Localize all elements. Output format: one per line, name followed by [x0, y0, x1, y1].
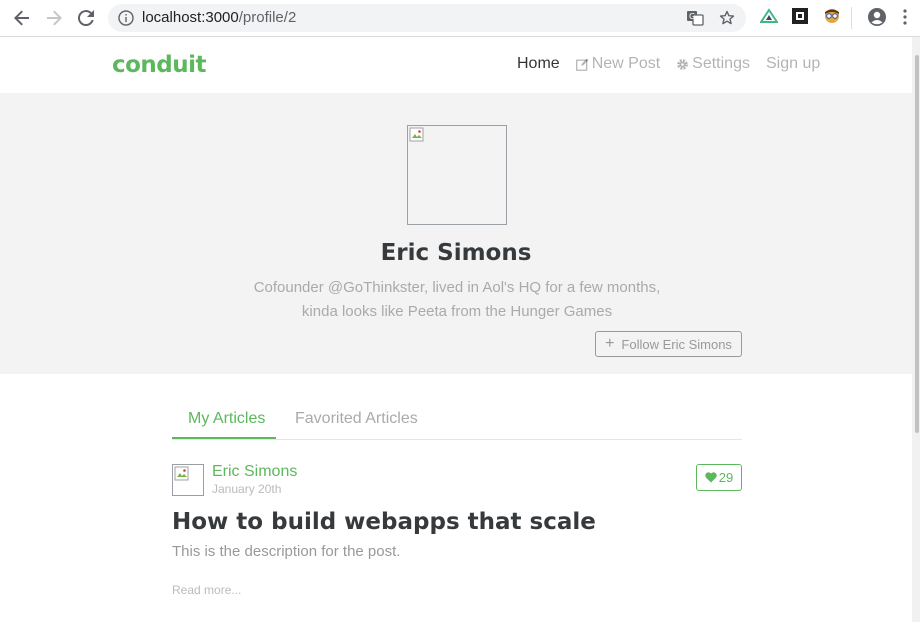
arrow-left-icon: [14, 10, 29, 26]
extension-square-icon[interactable]: [792, 8, 808, 24]
browser-toolbar: localhost:3000/profile/2 G: [0, 0, 920, 37]
info-icon[interactable]: [118, 10, 134, 26]
nav-link-sign-up[interactable]: Sign up: [766, 55, 820, 73]
url-path: /profile/2: [238, 9, 297, 26]
edit-icon: [575, 58, 589, 71]
page-scrollbar-thumb[interactable]: [915, 55, 919, 433]
url-host: localhost:3000: [142, 9, 239, 26]
profile-bio: Cofounder @GoThinkster, lived in Aol's H…: [253, 279, 661, 320]
tab-my-articles[interactable]: My Articles: [188, 410, 265, 428]
favorite-button[interactable]: 29: [696, 464, 742, 491]
more-vert-icon[interactable]: [903, 9, 907, 25]
nav-link-home[interactable]: Home: [517, 55, 560, 73]
back-button[interactable]: [10, 6, 34, 30]
read-more-link[interactable]: Read more...: [172, 583, 241, 597]
vue-devtools-icon[interactable]: [760, 8, 778, 24]
translate-icon[interactable]: G: [686, 10, 704, 26]
nav-links: Home New Post Settings Sign up: [517, 55, 820, 73]
active-tab-indicator: [172, 437, 276, 439]
broken-image-icon: [409, 127, 424, 142]
tab-favorited-articles[interactable]: Favorited Articles: [295, 410, 418, 428]
article-title[interactable]: How to build webapps that scale: [172, 509, 596, 535]
brand-logo[interactable]: conduit: [112, 52, 207, 78]
forward-button[interactable]: [42, 6, 66, 30]
reload-button[interactable]: [74, 6, 98, 30]
nav-link-new-post[interactable]: New Post: [575, 55, 661, 73]
nav-link-label: Sign up: [765, 55, 821, 72]
extension-face-icon[interactable]: [823, 8, 841, 24]
nav-link-label: Home: [517, 55, 560, 72]
svg-text:G: G: [689, 12, 695, 21]
follow-label: Follow Eric Simons: [621, 336, 732, 352]
account-icon[interactable]: [867, 7, 887, 27]
nav-link-settings[interactable]: Settings: [676, 55, 750, 73]
article-tabs: My Articles Favorited Articles: [172, 402, 742, 440]
article-date: January 20th: [212, 482, 282, 496]
article-author-link[interactable]: Eric Simons: [212, 463, 297, 481]
arrow-right-icon: [47, 10, 62, 26]
article-description: This is the description for the post.: [172, 543, 401, 560]
url-text[interactable]: localhost:3000/profile/2: [142, 9, 296, 26]
nav-link-label: Settings: [692, 55, 750, 72]
address-bar[interactable]: localhost:3000/profile/2 G: [108, 4, 746, 32]
app-navbar: conduit Home New Post Settings Sign up: [0, 37, 912, 93]
reload-icon: [78, 10, 94, 26]
profile-avatar: [407, 125, 507, 225]
follow-button[interactable]: + Follow Eric Simons: [595, 331, 742, 357]
toolbar-divider: [851, 7, 852, 29]
gear-icon: [677, 58, 688, 70]
bookmark-star-icon[interactable]: [719, 10, 735, 26]
profile-banner: Eric Simons Cofounder @GoThinkster, live…: [0, 93, 912, 374]
heart-icon: [705, 472, 717, 483]
broken-image-icon: [174, 466, 189, 481]
plus-icon: +: [605, 335, 615, 352]
author-avatar[interactable]: [172, 464, 204, 496]
profile-name: Eric Simons: [380, 240, 532, 266]
nav-link-label: New Post: [591, 55, 661, 72]
favorite-count: 29: [718, 470, 734, 485]
